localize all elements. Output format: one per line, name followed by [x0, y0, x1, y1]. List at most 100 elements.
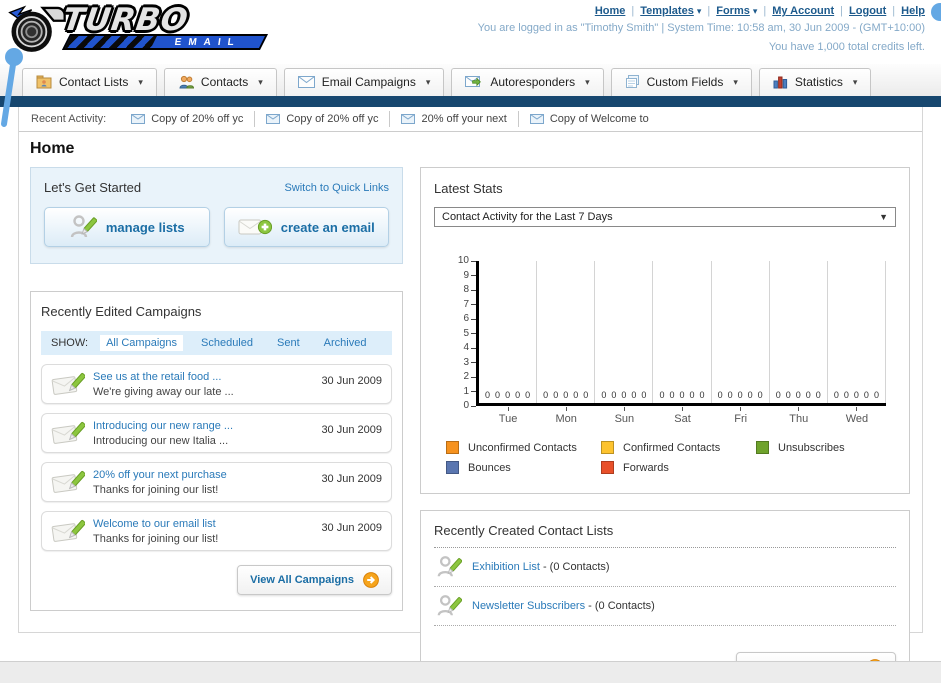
chart-value-label: 0	[873, 390, 879, 400]
campaign-subtitle: Introducing our new Italia ...	[93, 434, 229, 447]
chart-value-label: 0	[717, 390, 723, 400]
recent-activity-item[interactable]: Copy of 20% off yc	[120, 111, 254, 127]
contact-list-name-link[interactable]: Exhibition List	[472, 561, 540, 573]
contacts-icon	[179, 75, 194, 89]
chart-day-group: 00000	[537, 261, 596, 403]
campaign-row[interactable]: 20% off your next purchase Thanks for jo…	[41, 462, 392, 502]
nav-separator: |	[892, 5, 896, 17]
person-pencil-icon	[437, 556, 462, 577]
legend-item: Unsubscribes	[756, 441, 911, 454]
chart-value-label: 0	[495, 390, 501, 400]
campaign-row[interactable]: Introducing our new range ... Introducin…	[41, 413, 392, 453]
campaign-title-link[interactable]: Welcome to our email list	[93, 518, 313, 530]
contact-list-count: - (0 Contacts)	[588, 600, 655, 612]
contact-activity-chart: 10 9 8 7 6 5 4 3 2 1 0 000000000000000000000000000…	[434, 255, 896, 425]
campaign-subtitle: Thanks for joining our list!	[93, 483, 219, 496]
chart-y-tick: 1	[463, 386, 476, 398]
contact-list-row[interactable]: Newsletter Subscribers - (0 Contacts)	[434, 587, 896, 626]
chart-value-label: 0	[747, 390, 753, 400]
chart-value-label: 0	[757, 390, 763, 400]
campaign-subtitle: Thanks for joining our list!	[93, 532, 219, 545]
nav-home-link[interactable]: Home	[595, 5, 626, 17]
chart-value-label: 0	[543, 390, 549, 400]
chart-value-label: 0	[699, 390, 705, 400]
campaign-date: 30 Jun 2009	[321, 522, 382, 534]
autoresponders-icon	[465, 75, 482, 87]
nav-separator: |	[763, 5, 767, 17]
chart-value-label: 0	[689, 390, 695, 400]
chart-value-label: 0	[553, 390, 559, 400]
chart-value-label: 0	[515, 390, 521, 400]
contact-lists-icon	[36, 75, 52, 89]
legend-swatch	[601, 441, 614, 454]
chart-y-tick: 3	[463, 357, 476, 369]
nav-templates-link[interactable]: Templates	[640, 5, 694, 17]
tab-label: Custom Fields	[646, 75, 724, 89]
campaign-filter-tab[interactable]: Scheduled	[195, 335, 259, 351]
chart-y-axis: 10 9 8 7 6 5 4 3 2 1 0	[450, 255, 476, 411]
campaign-filter-bar: SHOW: All Campaigns Scheduled Sent Archi…	[41, 331, 392, 355]
nav-forms-link[interactable]: Forms	[716, 5, 750, 17]
recent-activity-item[interactable]: 20% off your next	[389, 111, 517, 127]
nav-my-account-link[interactable]: My Account	[772, 5, 834, 17]
envelope-icon	[529, 114, 544, 124]
campaign-row[interactable]: Welcome to our email list Thanks for joi…	[41, 511, 392, 551]
contact-list-row[interactable]: Exhibition List - (0 Contacts)	[434, 548, 896, 587]
get-started-title: Let's Get Started	[44, 180, 142, 195]
tab-contact-lists[interactable]: Contact Lists ▾	[22, 68, 157, 96]
person-pencil-icon	[437, 595, 462, 616]
recent-activity-item[interactable]: Copy of Welcome to	[517, 111, 660, 127]
tab-custom-fields[interactable]: Custom Fields ▾	[610, 68, 752, 96]
recent-activity-item-label: Copy of Welcome to	[549, 113, 649, 125]
chevron-down-icon: ▾	[258, 76, 263, 87]
chart-value-label: 0	[611, 390, 617, 400]
login-status-text: You are logged in as "Timothy Smith" | S…	[477, 22, 925, 34]
campaign-title-link[interactable]: Introducing our new range ...	[93, 420, 313, 432]
view-all-campaigns-button[interactable]: View All Campaigns	[237, 565, 392, 595]
chevron-down-icon: ▼	[879, 212, 888, 222]
tab-email-campaigns[interactable]: Email Campaigns ▾	[283, 68, 445, 96]
chart-value-label: 0	[573, 390, 579, 400]
nav-logout-link[interactable]: Logout	[849, 5, 886, 17]
chart-value-label: 0	[737, 390, 743, 400]
latest-stats-title: Latest Stats	[434, 181, 503, 196]
chevron-down-icon: ▾	[733, 76, 738, 87]
stats-report-select[interactable]: Contact Activity for the Last 7 Days ▼	[434, 207, 896, 227]
campaign-filter-tab[interactable]: All Campaigns	[100, 335, 183, 351]
campaign-row[interactable]: See us at the retail food ... We're givi…	[41, 364, 392, 404]
switch-quick-links[interactable]: Switch to Quick Links	[284, 182, 389, 194]
tab-statistics[interactable]: Statistics ▾	[758, 68, 872, 96]
manage-lists-button[interactable]: manage lists	[44, 207, 210, 247]
contact-lists-title: Recently Created Contact Lists	[434, 523, 896, 548]
chart-day-group: 00000	[595, 261, 654, 403]
tab-autoresponders[interactable]: Autoresponders ▾	[451, 68, 604, 96]
recent-activity-item[interactable]: Copy of 20% off yc	[254, 111, 389, 127]
campaigns-title: Recently Edited Campaigns	[41, 304, 202, 319]
contact-list-name-link[interactable]: Newsletter Subscribers	[472, 600, 585, 612]
chart-y-tick: 6	[463, 313, 476, 325]
campaign-title-link[interactable]: See us at the retail food ...	[93, 371, 313, 383]
campaign-title-link[interactable]: 20% off your next purchase	[93, 469, 313, 481]
orange-arrow-icon	[363, 572, 379, 588]
email-campaigns-icon	[297, 76, 315, 88]
envelope-icon	[266, 114, 281, 124]
chart-value-label: 0	[669, 390, 675, 400]
campaign-filter-tab[interactable]: Sent	[271, 335, 306, 351]
get-started-panel: Let's Get Started Switch to Quick Links …	[30, 167, 403, 264]
chart-value-label: 0	[485, 390, 491, 400]
legend-swatch	[756, 441, 769, 454]
create-email-button[interactable]: create an email	[223, 207, 389, 247]
contact-list-count: - (0 Contacts)	[542, 561, 610, 573]
chart-y-tick: 0	[463, 400, 476, 412]
chart-day-group: 00000	[479, 261, 538, 403]
tab-contacts[interactable]: Contacts ▾	[163, 68, 277, 96]
chart-value-label: 0	[525, 390, 531, 400]
logo-title: TURBO	[60, 2, 191, 38]
custom-fields-icon	[625, 75, 639, 88]
campaign-filter-tab[interactable]: Archived	[318, 335, 373, 351]
legend-label: Unsubscribes	[778, 441, 845, 454]
chart-value-label: 0	[775, 390, 781, 400]
nav-help-link[interactable]: Help	[901, 5, 925, 17]
envelope-plus-icon	[238, 219, 272, 235]
envelope-icon	[131, 114, 146, 124]
